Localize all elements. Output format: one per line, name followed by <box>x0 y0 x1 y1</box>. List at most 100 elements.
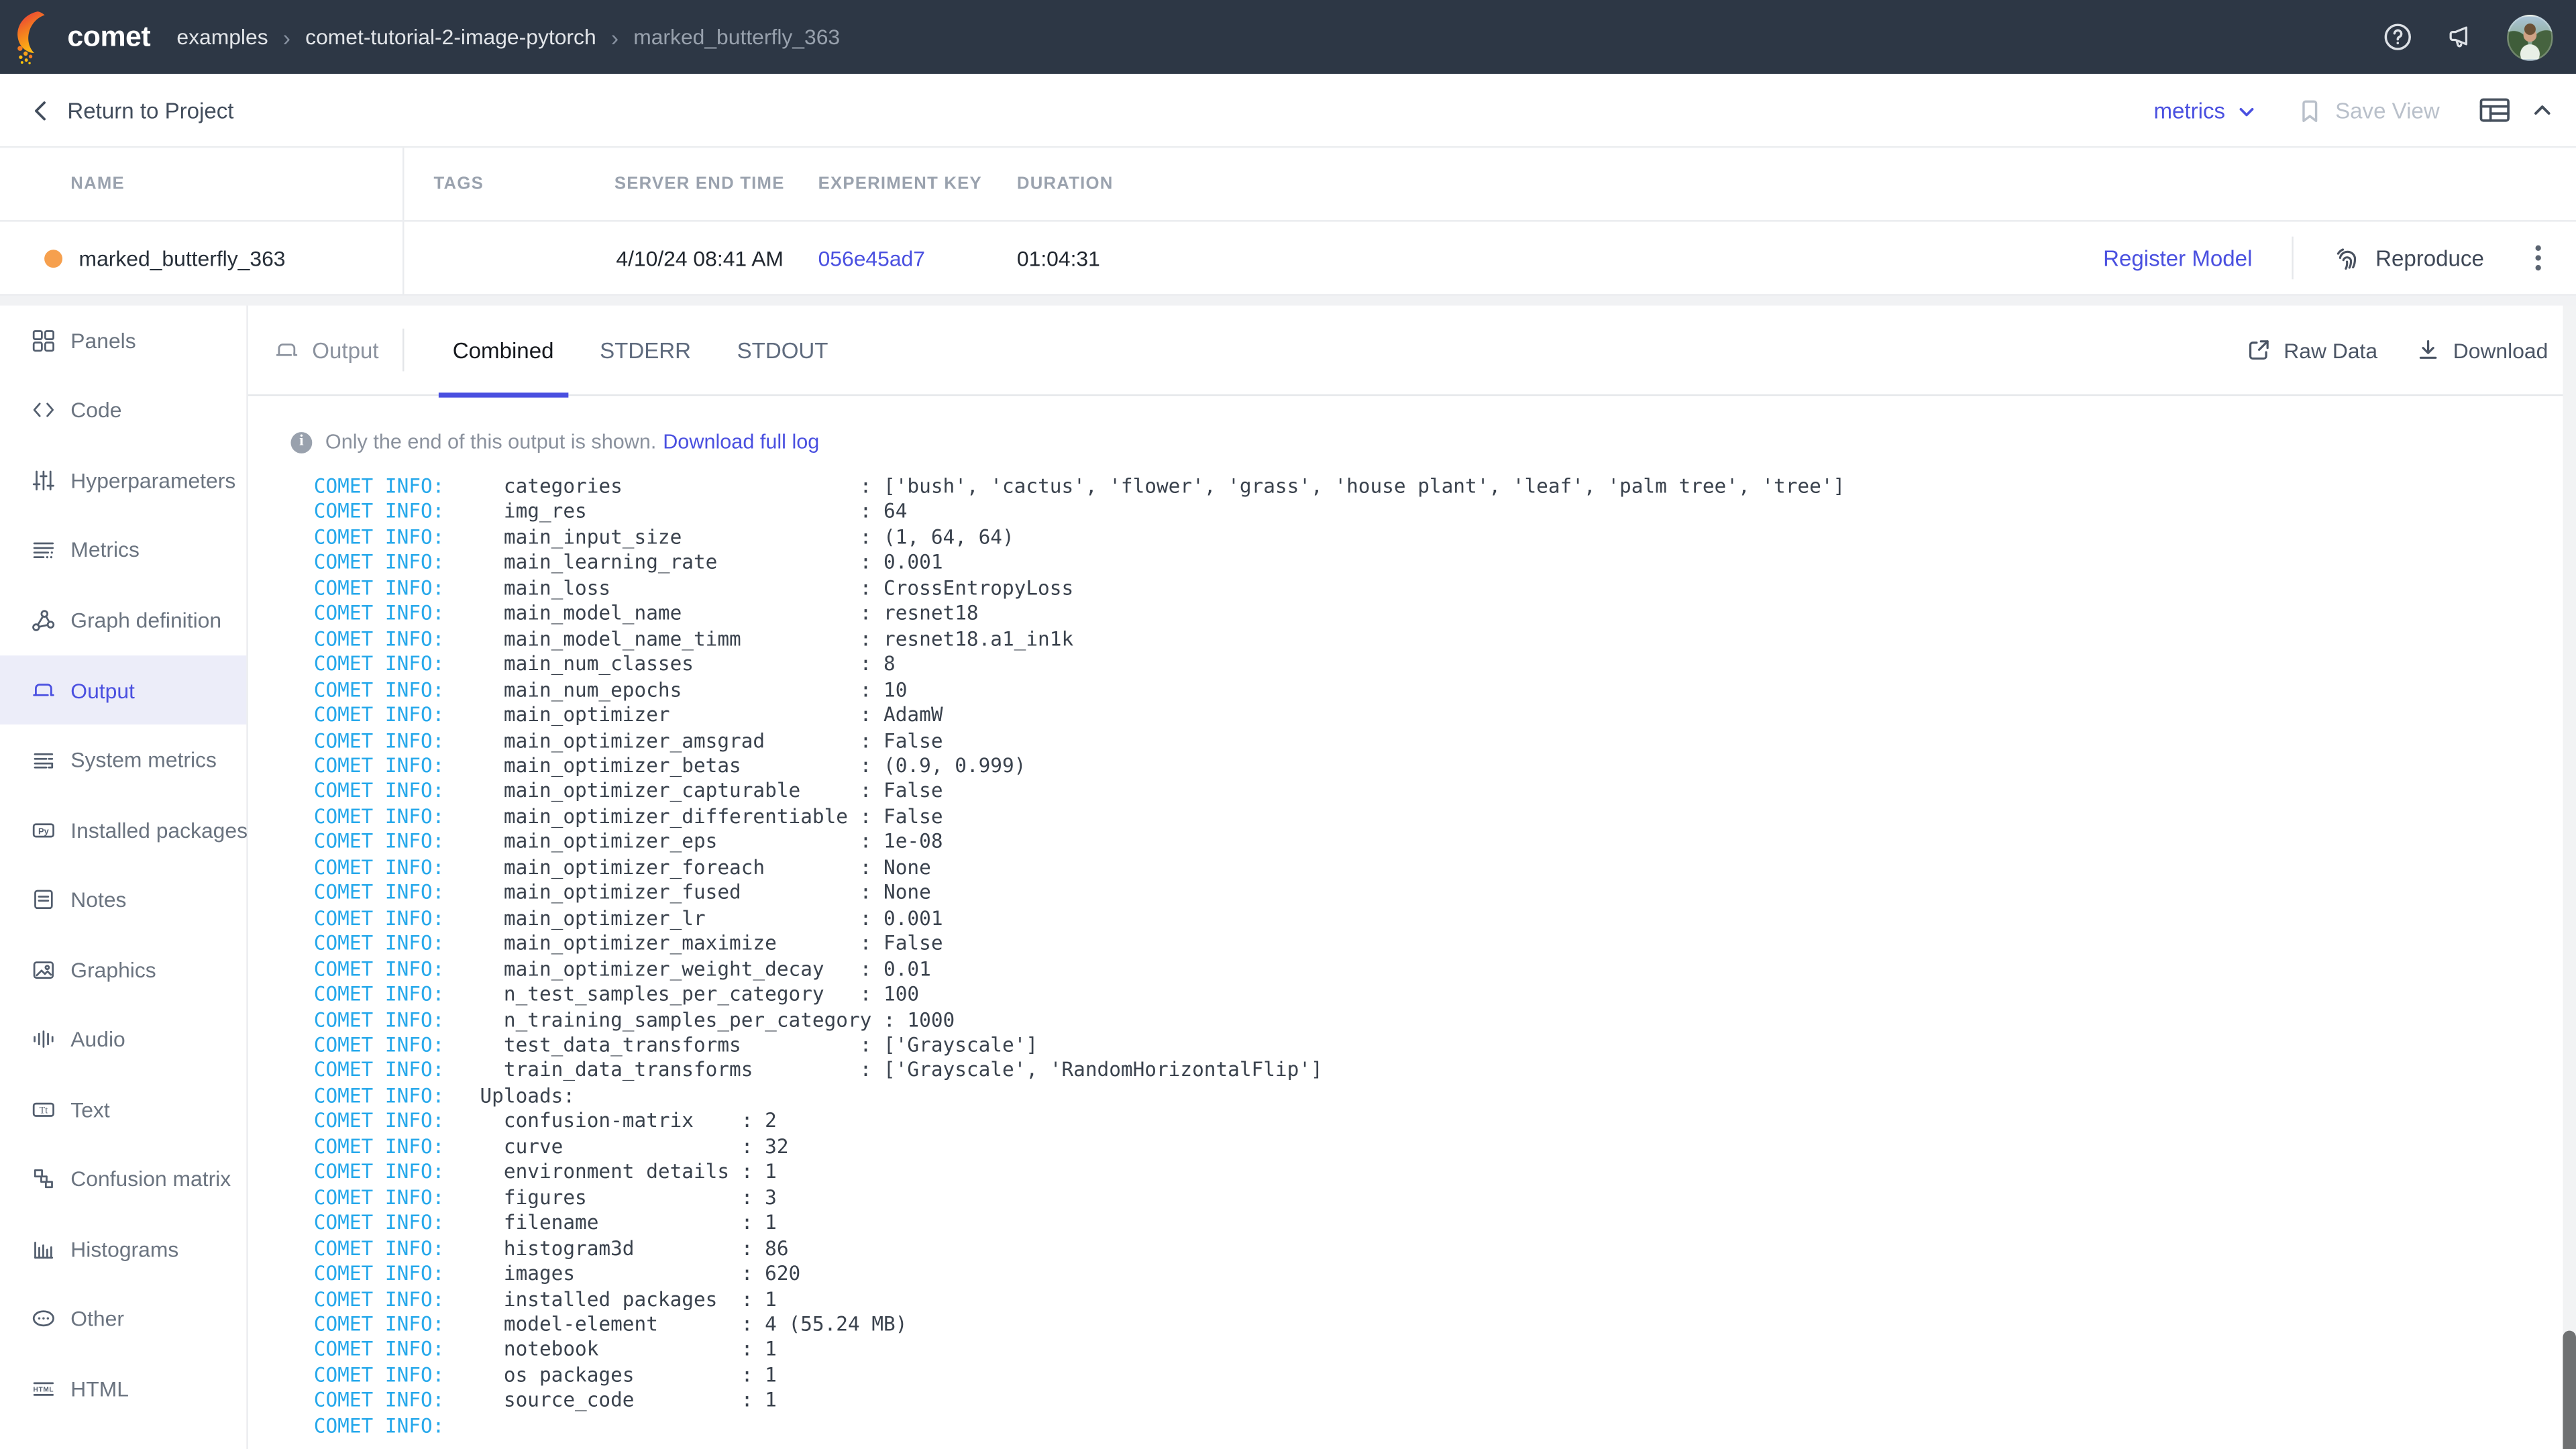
content-area: PanelsCode Hyperparameters MetricsGraph de… <box>0 306 2576 1449</box>
svg-text:Py: Py <box>38 825 50 835</box>
text-icon: Tt <box>32 1097 56 1122</box>
log-line: COMET INFO: main_optimizer_lr : 0.001 <box>314 906 2576 932</box>
fingerprint-icon <box>2332 244 2361 272</box>
sidebar-item-label: Output <box>70 678 135 702</box>
scrollbar-track[interactable] <box>2563 306 2576 1449</box>
table-view-icon[interactable] <box>2479 97 2511 123</box>
sidebar-item-metrics[interactable]: Metrics <box>0 515 246 585</box>
log-tabs: CombinedSTDERRSTDOUT <box>429 306 851 394</box>
sidebar-item-label: Hyperparameters <box>70 468 235 493</box>
sidebar-item-system-metrics[interactable]: System metrics <box>0 725 246 795</box>
sidebar-item-label: Installed packages <box>70 818 248 843</box>
status-dot <box>44 249 62 267</box>
sidebar-item-histograms[interactable]: Histograms <box>0 1214 246 1284</box>
download-full-log-link[interactable]: Download full log <box>663 431 819 453</box>
output-icon <box>32 678 56 702</box>
sidebar-item-text[interactable]: TtText <box>0 1075 246 1144</box>
reproduce-button[interactable]: Reproduce <box>2332 244 2483 272</box>
logo-wordmark: comet <box>67 19 150 54</box>
column-header-tags[interactable]: TAGS <box>404 148 598 220</box>
help-icon[interactable] <box>2382 21 2414 53</box>
log-line: COMET INFO: filename : 1 <box>314 1211 2576 1236</box>
sidebar-item-label: Audio <box>70 1027 125 1052</box>
sidebar-item-label: Graphics <box>70 957 156 982</box>
column-header-name[interactable]: NAME <box>0 148 404 220</box>
column-header-experiment-key[interactable]: EXPERIMENT KEY <box>800 148 1004 220</box>
experiment-key-link[interactable]: 056e45ad7 <box>800 222 1004 294</box>
log-line: COMET INFO: n_training_samples_per_categ… <box>314 1008 2576 1033</box>
sidebar-item-graph-definition[interactable]: Graph definition <box>0 585 246 655</box>
download-button[interactable]: Download <box>2417 337 2548 362</box>
log-line: COMET INFO: categories : ['bush', 'cactu… <box>314 475 2576 500</box>
tabbar-divider <box>402 329 403 372</box>
sidebar-item-label: Notes <box>70 888 126 912</box>
collapse-up-icon[interactable] <box>2532 100 2553 119</box>
sidebar-item-confusion-matrix[interactable]: Confusion matrix <box>0 1144 246 1214</box>
log-line: COMET INFO: main_optimizer_fused : None <box>314 881 2576 906</box>
duration-cell: 01:04:31 <box>1004 222 1184 294</box>
assets-icon <box>32 1446 56 1449</box>
installed-packages-icon: Py <box>32 818 56 843</box>
metrics-icon <box>32 538 56 563</box>
row-actions: Register Model Reproduce <box>1185 222 2576 294</box>
scrollbar-thumb[interactable] <box>2563 1331 2576 1449</box>
log-line: COMET INFO: main_optimizer_weight_decay … <box>314 957 2576 983</box>
raw-data-button[interactable]: Raw Data <box>2247 337 2377 362</box>
save-view-button[interactable]: Save View <box>2299 98 2440 123</box>
return-to-project-link[interactable]: Return to Project <box>32 98 234 123</box>
app-window: comet examples›comet-tutorial-2-image-py… <box>0 0 2576 1449</box>
sidebar-item-label: HTML <box>70 1377 129 1401</box>
graph-definition-icon <box>32 608 56 633</box>
sidebar-item-hyperparameters[interactable]: Hyperparameters <box>0 445 246 515</box>
sidebar-item-notes[interactable]: Notes <box>0 865 246 934</box>
hyperparameters-icon <box>32 468 56 493</box>
sidebar-item-other[interactable]: Other <box>0 1284 246 1354</box>
sidebar-item-label: Other <box>70 1307 124 1332</box>
log-line: COMET INFO: model-element : 4 (55.24 MB) <box>314 1313 2576 1338</box>
log-line: COMET INFO: notebook : 1 <box>314 1338 2576 1363</box>
sidebar-item-html[interactable]: HTMLHTML <box>0 1354 246 1424</box>
megaphone-icon[interactable] <box>2445 21 2476 53</box>
log-line: COMET INFO: main_optimizer_maximize : Fa… <box>314 932 2576 957</box>
kebab-menu-icon[interactable] <box>2527 238 2550 278</box>
log-line: COMET INFO: main_optimizer_betas : (0.9,… <box>314 754 2576 780</box>
column-header-server-end-time[interactable]: SERVER END TIME <box>598 148 800 220</box>
view-dropdown[interactable]: metrics <box>2153 98 2256 123</box>
sidebar-item-panels[interactable]: Panels <box>0 306 246 376</box>
log-line: COMET INFO: main_optimizer_differentiabl… <box>314 805 2576 830</box>
tab-stdout[interactable]: STDOUT <box>714 306 851 396</box>
comet-logo[interactable]: comet <box>13 9 151 64</box>
log-line: COMET INFO: main_loss : CrossEntropyLoss <box>314 576 2576 602</box>
log-line: COMET INFO: main_optimizer : AdamW <box>314 703 2576 729</box>
log-line: COMET INFO: main_num_classes : 8 <box>314 653 2576 678</box>
download-icon <box>2417 338 2440 361</box>
breadcrumb: examples›comet-tutorial-2-image-pytorch›… <box>176 25 840 50</box>
user-avatar[interactable] <box>2507 14 2553 60</box>
breadcrumb-item[interactable]: comet-tutorial-2-image-pytorch <box>305 25 596 50</box>
column-header-duration[interactable]: DURATION <box>1004 148 1184 220</box>
sidebar-item-code[interactable]: Code <box>0 376 246 445</box>
breadcrumb-item[interactable]: examples <box>176 25 268 50</box>
tab-combined[interactable]: Combined <box>429 306 576 396</box>
log-line: COMET INFO: environment details : 1 <box>314 1161 2576 1186</box>
actions-divider <box>2292 237 2293 280</box>
sidebar-item-output[interactable]: Output <box>0 655 246 724</box>
log-line: COMET INFO: os packages : 1 <box>314 1363 2576 1389</box>
log-line: COMET INFO: main_num_epochs : 10 <box>314 678 2576 704</box>
experiment-row[interactable]: marked_butterfly_363 4/10/24 08:41 AM 05… <box>0 222 2576 296</box>
sidebar-item-installed-packages[interactable]: Py Installed packages <box>0 795 246 865</box>
sidebar-item-label: Assets & Artifacts <box>70 1446 237 1449</box>
sidebar-item-audio[interactable]: Audio <box>0 1004 246 1074</box>
return-label: Return to Project <box>67 98 233 123</box>
reproduce-label: Reproduce <box>2375 246 2484 270</box>
audio-icon <box>32 1027 56 1052</box>
view-dropdown-value: metrics <box>2153 98 2225 123</box>
experiment-name-cell: marked_butterfly_363 <box>0 222 404 294</box>
download-label: Download <box>2453 337 2548 362</box>
tab-stderr[interactable]: STDERR <box>577 306 714 396</box>
register-model-button[interactable]: Register Model <box>2103 246 2252 270</box>
sidebar-item-assets[interactable]: Assets & Artifacts <box>0 1424 246 1449</box>
sidebar-item-graphics[interactable]: Graphics <box>0 934 246 1004</box>
experiment-table: NAMETAGSSERVER END TIMEEXPERIMENT KEYDUR… <box>0 148 2576 295</box>
chevron-left-icon <box>32 99 51 121</box>
